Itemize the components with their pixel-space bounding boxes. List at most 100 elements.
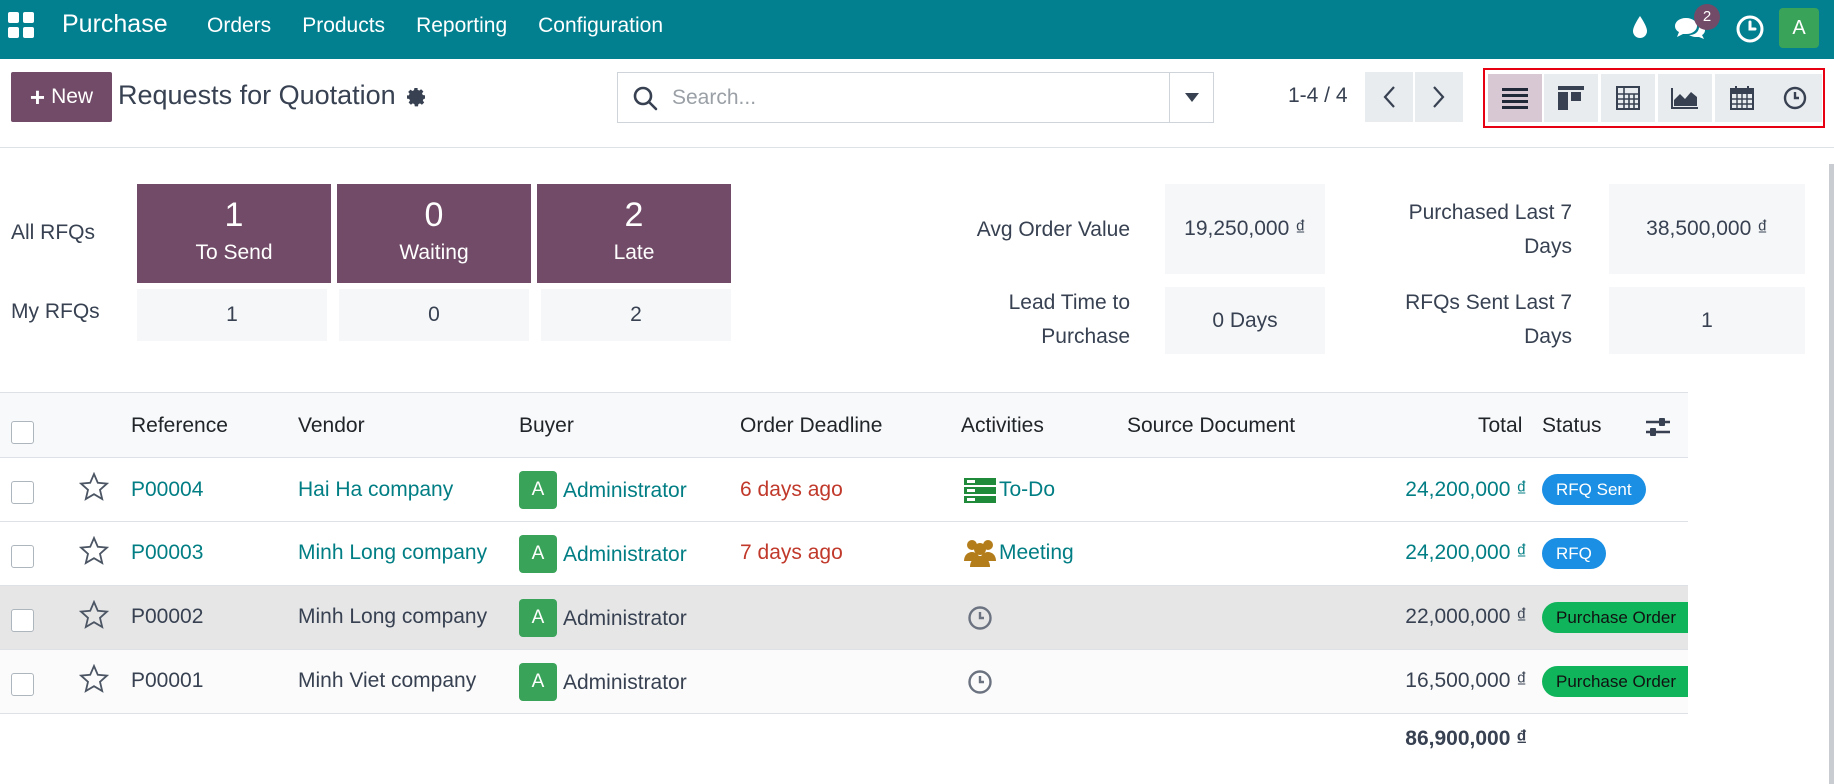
row-buyer[interactable]: Administrator [563,479,687,503]
table-row[interactable]: P00002 Minh Long company A Administrator… [0,586,1688,650]
row-buyer[interactable]: Administrator [563,671,687,695]
tile-waiting-label: Waiting [399,241,469,264]
row-vendor[interactable]: Hai Ha company [298,478,453,502]
all-rfqs-label: All RFQs [11,221,95,244]
lead-time-value: 0 Days [1165,287,1325,354]
todo-activity-icon[interactable] [964,478,996,504]
lead-label-line1: Lead Time to [1008,291,1130,314]
tile-waiting[interactable]: 0 Waiting [337,184,531,283]
graph-view-icon [1671,88,1698,109]
star-icon[interactable] [79,600,109,630]
user-avatar[interactable]: A [1779,8,1819,48]
col-buyer[interactable]: Buyer [519,414,574,438]
menu-orders[interactable]: Orders [207,14,271,38]
row-reference[interactable]: P00004 [131,478,203,502]
new-button[interactable]: + New [11,72,112,122]
rfqs-sent-label: RFQs Sent Last 7 Days [1330,286,1572,354]
pager-next-button[interactable] [1415,72,1463,122]
activity-view-button[interactable] [1768,74,1822,122]
chevron-left-icon [1383,86,1395,108]
activity-view-icon [1783,86,1807,110]
menu-reporting[interactable]: Reporting [416,14,507,38]
col-order-deadline[interactable]: Order Deadline [740,414,882,438]
drop-icon[interactable] [1631,14,1649,40]
list-view-icon [1502,88,1528,109]
col-status[interactable]: Status [1542,414,1602,438]
graph-view-button[interactable] [1658,74,1712,122]
status-badge: RFQ Sent [1542,474,1646,505]
status-badge: Purchase Order [1542,666,1688,697]
pivot-view-button[interactable] [1601,74,1655,122]
main-menu: Orders Products Reporting Configuration [207,14,663,38]
select-all-checkbox[interactable] [11,421,34,444]
col-vendor[interactable]: Vendor [298,414,365,438]
table-row[interactable]: P00004 Hai Ha company A Administrator 6 … [0,458,1688,522]
top-navbar: Purchase Orders Products Reporting Confi… [0,0,1834,59]
col-source-document[interactable]: Source Document [1127,414,1295,438]
row-vendor[interactable]: Minh Viet company [298,669,476,693]
search-input[interactable] [672,85,1142,110]
menu-products[interactable]: Products [302,14,385,38]
gear-icon[interactable] [404,85,428,109]
row-reference[interactable]: P00001 [131,669,203,693]
list-view-button[interactable] [1488,74,1542,122]
menu-configuration[interactable]: Configuration [538,14,663,38]
optional-columns-icon[interactable] [1645,415,1671,439]
app-name[interactable]: Purchase [62,10,168,39]
view-switcher [1483,68,1825,128]
row-reference[interactable]: P00003 [131,541,203,565]
my-to-send-count[interactable]: 1 [137,289,327,341]
row-checkbox[interactable] [11,673,34,696]
row-activity[interactable]: Meeting [999,541,1074,565]
caret-down-icon [1184,93,1199,102]
chevron-right-icon [1433,86,1445,108]
row-total: 24,200,000 ₫ [1405,541,1527,564]
tile-to-send-label: To Send [195,241,273,264]
pager-value[interactable]: 1-4 / 4 [1288,84,1348,108]
kanban-view-button[interactable] [1544,74,1598,122]
table-row[interactable]: P00001 Minh Viet company A Administrator… [0,650,1688,714]
grand-total: 86,900,000 ₫ [1405,727,1527,750]
row-buyer[interactable]: Administrator [563,543,687,567]
tile-late[interactable]: 2 Late [537,184,731,283]
row-checkbox[interactable] [11,545,34,568]
tile-late-label: Late [613,241,655,264]
vertical-scrollbar[interactable] [1829,164,1834,784]
row-checkbox[interactable] [11,609,34,632]
my-waiting-count[interactable]: 0 [339,289,529,341]
row-vendor[interactable]: Minh Long company [298,605,487,629]
chat-badge: 2 [1694,4,1720,30]
pager-previous-button[interactable] [1365,72,1413,122]
apps-menu-icon[interactable] [8,12,34,38]
my-late-count[interactable]: 2 [541,289,731,341]
buyer-avatar: A [519,599,557,637]
row-buyer[interactable]: Administrator [563,607,687,631]
my-rfqs-label: My RFQs [11,300,100,323]
row-vendor[interactable]: Minh Long company [298,541,487,565]
star-icon[interactable] [79,664,109,694]
rfqs-sent-value: 1 [1609,287,1805,354]
table-row[interactable]: P00003 Minh Long company A Administrator… [0,522,1688,586]
purchased-last-7-label: Purchased Last 7 Days [1330,196,1572,264]
page-title: Requests for Quotation [118,80,396,110]
row-total: 16,500,000 ₫ [1405,669,1527,692]
clock-activity-icon[interactable] [967,669,993,695]
search-options-toggle[interactable] [1169,73,1213,122]
meeting-activity-icon[interactable] [963,537,997,567]
activity-clock-icon[interactable] [1735,14,1765,44]
tile-to-send[interactable]: 1 To Send [137,184,331,283]
star-icon[interactable] [79,536,109,566]
row-total: 22,000,000 ₫ [1405,605,1527,628]
calendar-view-button[interactable] [1715,74,1769,122]
row-reference[interactable]: P00002 [131,605,203,629]
star-icon[interactable] [79,472,109,502]
kanban-view-icon [1558,86,1584,110]
row-checkbox[interactable] [11,481,34,504]
clock-activity-icon[interactable] [967,605,993,631]
row-activity[interactable]: To-Do [999,478,1055,502]
tile-late-count: 2 [624,196,644,234]
col-total[interactable]: Total [1478,414,1522,438]
col-activities[interactable]: Activities [961,414,1044,438]
col-reference[interactable]: Reference [131,414,228,438]
status-badge: RFQ [1542,538,1606,569]
